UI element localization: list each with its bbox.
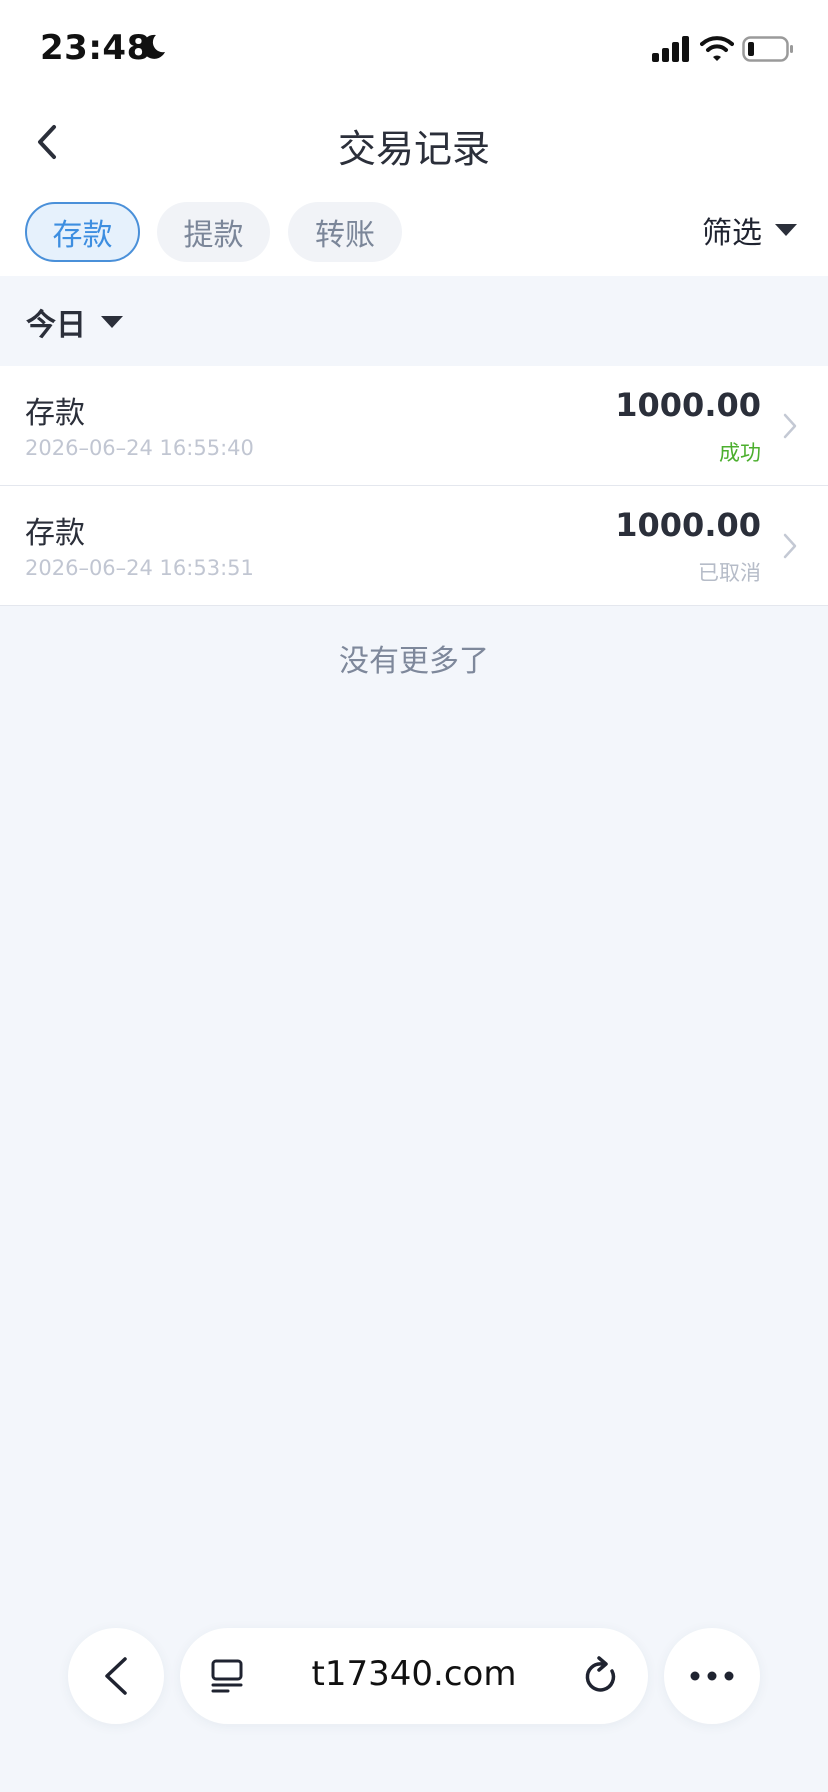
page-title: 交易记录: [337, 127, 490, 171]
transaction-status: 已取消: [698, 561, 761, 585]
tab-label: 转账: [315, 218, 375, 253]
transaction-type: 存款: [25, 516, 85, 551]
tab-label: 存款: [52, 218, 113, 253]
transaction-time: 2026–06–24 16:53:51: [25, 556, 254, 580]
tab-deposit[interactable]: 存款: [25, 202, 140, 262]
list-end-text: 没有更多了: [339, 644, 489, 679]
caret-down-icon: [101, 316, 123, 328]
back-arrow-icon: [105, 1657, 127, 1695]
more-icon: [690, 1671, 734, 1681]
transaction-time: 2026–06–24 16:55:40: [25, 436, 254, 460]
battery-icon: [742, 36, 793, 62]
reload-icon[interactable]: [582, 1656, 620, 1696]
browser-url: t17340.com: [311, 1654, 517, 1694]
chevron-right-icon: [783, 533, 797, 559]
tab-label: 提款: [183, 218, 244, 253]
signal-icon: [652, 36, 689, 62]
tab-withdraw[interactable]: 提款: [157, 202, 270, 262]
transaction-row[interactable]: 存款 2026–06–24 16:55:40 1000.00 成功: [0, 366, 828, 486]
browser-more-button[interactable]: [664, 1628, 760, 1724]
transaction-type: 存款: [25, 396, 85, 431]
transaction-amount: 1000.00: [615, 506, 761, 544]
moon-icon: [142, 34, 165, 59]
filter-label: 筛选: [702, 216, 762, 251]
browser-back-button[interactable]: [68, 1628, 164, 1724]
status-time: 23:48: [40, 28, 151, 68]
transaction-status: 成功: [719, 441, 761, 465]
filter-button[interactable]: 筛选: [702, 208, 798, 252]
transaction-row[interactable]: 存款 2026–06–24 16:53:51 1000.00 已取消: [0, 486, 828, 606]
period-label: 今日: [26, 308, 86, 343]
browser-address-bar[interactable]: t17340.com: [180, 1628, 648, 1724]
tab-transfer[interactable]: 转账: [288, 202, 402, 262]
caret-down-icon: [775, 224, 797, 236]
chevron-right-icon: [783, 413, 797, 439]
transaction-amount: 1000.00: [615, 386, 761, 424]
wifi-icon: [700, 36, 734, 61]
period-selector[interactable]: 今日: [26, 300, 124, 344]
